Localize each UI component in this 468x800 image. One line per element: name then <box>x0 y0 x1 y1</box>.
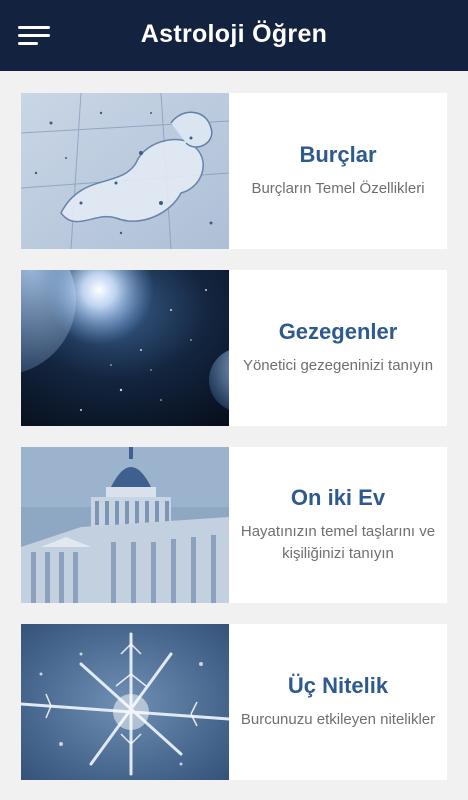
card-subtitle: Burçların Temel Özellikleri <box>251 180 425 197</box>
zodiac-constellation-image <box>21 93 229 249</box>
card-title: Üç Nitelik <box>287 673 389 698</box>
card-text: On iki Ev Hayatınızın temel taşlarını ve… <box>229 447 447 603</box>
card-uc-nitelik[interactable]: Üç Nitelik Burcunuzu etkileyen nitelikle… <box>21 624 447 780</box>
card-on-iki-ev[interactable]: On iki Ev Hayatınızın temel taşlarını ve… <box>21 447 447 603</box>
card-title: Burçlar <box>299 142 377 167</box>
ice-crystals-image <box>21 624 229 780</box>
capitol-building-image <box>21 447 229 603</box>
card-subtitle: Burcunuzu etkileyen nitelikler <box>240 711 436 728</box>
card-text: Gezegenler Yönetici gezegeninizi tanıyın <box>229 270 447 426</box>
card-text: Üç Nitelik Burcunuzu etkileyen nitelikle… <box>229 624 447 780</box>
card-text: Burçlar Burçların Temel Özellikleri <box>229 93 447 249</box>
card-burclar[interactable]: Burçlar Burçların Temel Özellikleri <box>21 93 447 249</box>
app-bar: Astroloji Öğren <box>0 0 468 71</box>
card-gezegenler[interactable]: Gezegenler Yönetici gezegeninizi tanıyın <box>21 270 447 426</box>
card-subtitle: Yönetici gezegeninizi tanıyın <box>242 357 434 374</box>
app-title: Astroloji Öğren <box>140 20 328 48</box>
card-title: Gezegenler <box>278 319 398 344</box>
card-title: On iki Ev <box>290 485 386 510</box>
card-subtitle: Hayatınızın temel taşlarını ve kişiliğin… <box>240 523 436 562</box>
planets-image <box>21 270 229 426</box>
